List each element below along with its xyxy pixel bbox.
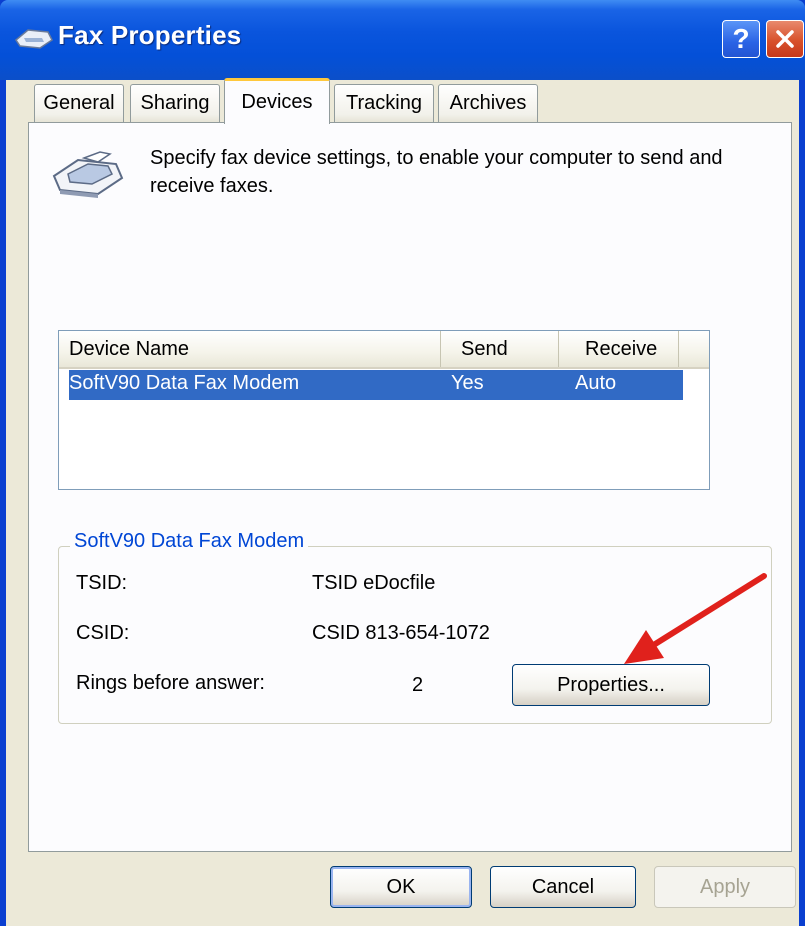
receive-cell: Auto: [575, 372, 617, 394]
tab-general[interactable]: General: [34, 84, 124, 122]
device-name-cell: SoftV90 Data Fax Modem: [69, 372, 300, 394]
column-header-send[interactable]: Send: [441, 331, 559, 367]
table-row[interactable]: SoftV90 Data Fax Modem Yes Auto: [69, 370, 683, 400]
intro-text: Specify fax device settings, to enable y…: [150, 147, 723, 197]
device-list[interactable]: Device Name Send Receive SoftV90 Data Fa…: [58, 330, 710, 490]
cancel-button[interactable]: Cancel: [490, 866, 636, 908]
close-icon: [776, 30, 794, 48]
column-header-receive[interactable]: Receive: [559, 331, 679, 367]
list-header: Device Name Send Receive: [59, 331, 709, 369]
fax-app-icon: [15, 29, 53, 49]
window-title: Fax Properties: [58, 20, 242, 50]
tab-tracking[interactable]: Tracking: [334, 84, 434, 122]
rings-label: Rings before answer:: [76, 672, 265, 694]
apply-button[interactable]: Apply: [654, 866, 796, 908]
help-button[interactable]: ?: [722, 20, 760, 58]
send-cell: Yes: [451, 372, 484, 394]
tab-sharing[interactable]: Sharing: [130, 84, 220, 122]
close-button[interactable]: [766, 20, 804, 58]
tab-devices[interactable]: Devices: [224, 78, 330, 124]
csid-label: CSID:: [76, 622, 130, 644]
rings-value: 2: [412, 674, 424, 696]
question-mark-icon: ?: [732, 23, 750, 54]
column-header-device-name[interactable]: Device Name: [59, 331, 441, 367]
tsid-value: TSID eDocfile: [312, 572, 436, 594]
fax-machine-icon: [52, 151, 124, 198]
red-annotation-arrow: [624, 573, 767, 664]
title-bar[interactable]: Fax Properties ?: [0, 0, 805, 80]
tsid-label: TSID:: [76, 572, 128, 594]
tab-archives[interactable]: Archives: [438, 84, 538, 122]
csid-value: CSID 813-654-1072: [312, 622, 490, 644]
fax-properties-window: Fax Properties ? General Sharing Devices…: [0, 0, 805, 926]
ok-button[interactable]: OK: [330, 866, 472, 908]
group-title: SoftV90 Data Fax Modem: [70, 530, 309, 553]
